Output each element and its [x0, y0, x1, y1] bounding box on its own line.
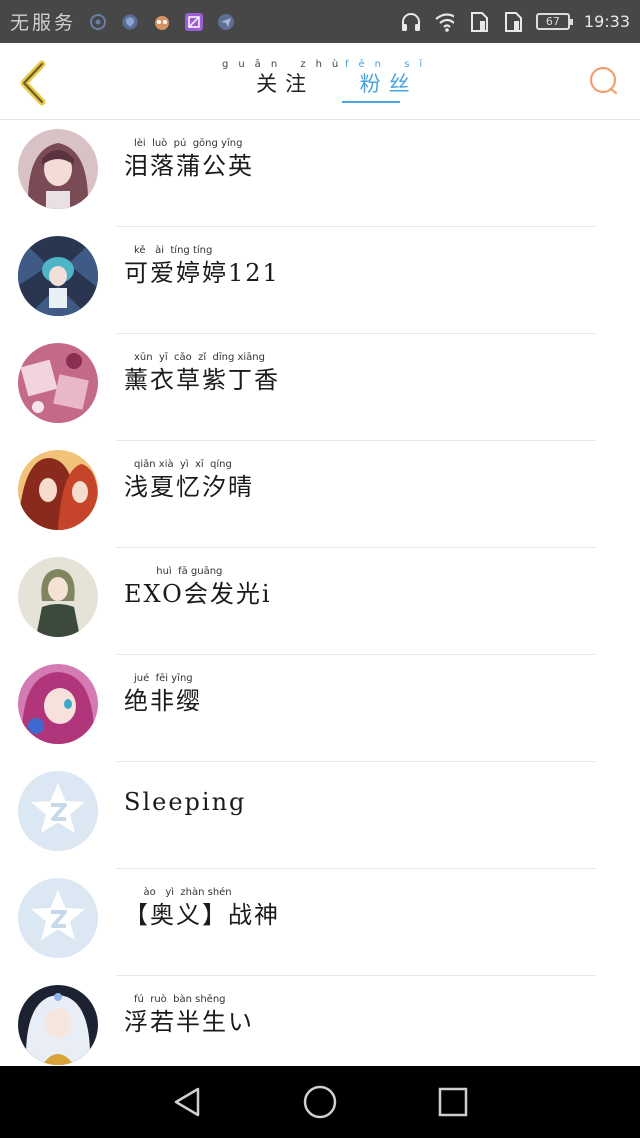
fan-name: Sleeping	[124, 788, 246, 816]
default-avatar-star-icon	[18, 878, 98, 958]
list-item[interactable]: fú ruò bàn shēng 浮若半生い	[0, 976, 640, 1066]
list-item[interactable]: jué fēi yīng 绝非缨	[0, 655, 640, 762]
status-bar: 无服务 67 19:33	[0, 0, 640, 43]
fan-name-text: 浅夏忆汐晴	[124, 473, 254, 501]
avatar-pink-pattern-icon	[18, 343, 98, 423]
back-button[interactable]	[16, 60, 52, 106]
fan-name-pinyin: qiǎn xià yì xī qíng	[134, 459, 232, 470]
avatar[interactable]	[18, 343, 98, 423]
list-item[interactable]: Sleeping	[0, 762, 640, 869]
circle-home-icon	[303, 1085, 337, 1119]
fan-name-text: 可爱婷婷121	[124, 259, 280, 287]
avatar[interactable]	[18, 771, 98, 851]
fan-name: fú ruò bàn shēng 浮若半生い	[124, 994, 254, 1037]
fan-name-pinyin: ào yì zhàn shén	[134, 887, 232, 898]
fan-name-text: 浮若半生い	[124, 1008, 254, 1036]
avatar-blue-character-icon	[18, 236, 98, 316]
status-time: 19:33	[583, 12, 630, 31]
fan-name-text: Sleeping	[124, 788, 247, 816]
avatar[interactable]	[18, 236, 98, 316]
carrier-label: 无服务	[10, 12, 77, 34]
nav-recents-button[interactable]	[433, 1082, 473, 1122]
fan-name-pinyin: kě ài tíng tíng	[134, 245, 213, 256]
list-item[interactable]: ào yì zhàn shén 【奥义】战神	[0, 869, 640, 976]
nav-home-button[interactable]	[300, 1082, 340, 1122]
wifi-icon	[434, 12, 454, 32]
notification-icons	[88, 12, 236, 32]
tab-follow[interactable]: guān zhù 关注	[222, 59, 348, 97]
list-item[interactable]: qiǎn xià yì xī qíng 浅夏忆汐晴	[0, 441, 640, 548]
avatar-red-hair-icon	[18, 450, 98, 530]
tab-fans-pinyin: fěn sī	[345, 59, 433, 70]
fan-name-text: 【奥义】战神	[124, 901, 280, 929]
fan-name: xūn yī cǎo zǐ dīng xiāng 薰衣草紫丁香	[124, 352, 280, 395]
fan-name-text: 薰衣草紫丁香	[124, 366, 280, 394]
avatar[interactable]	[18, 878, 98, 958]
tab-fans-label: 粉丝	[359, 72, 418, 96]
fan-name: ào yì zhàn shén 【奥义】战神	[124, 887, 280, 930]
active-tab-indicator	[342, 101, 400, 103]
avatar-purple-hair-icon	[18, 664, 98, 744]
square-recents-icon	[439, 1087, 468, 1117]
app-notification-icon	[88, 12, 108, 32]
nav-back-button[interactable]	[167, 1082, 207, 1122]
list-item[interactable]: lèi luò pú gōng yīng 泪落蒲公英	[0, 120, 640, 227]
system-nav-bar	[0, 1066, 640, 1138]
send-notification-icon	[216, 12, 236, 32]
fan-name-pinyin: fú ruò bàn shēng	[134, 994, 226, 1005]
battery-indicator: 67	[535, 13, 573, 30]
sim1-icon	[468, 11, 488, 32]
avatar[interactable]	[18, 664, 98, 744]
list-item[interactable]: huì fā guāng EXO会发光i	[0, 548, 640, 655]
tab-follow-label: 关注	[256, 72, 315, 96]
fan-name-pinyin: lèi luò pú gōng yīng	[134, 138, 243, 149]
triangle-back-icon	[174, 1087, 199, 1117]
fan-name-text: 泪落蒲公英	[124, 152, 254, 180]
sim2-icon	[502, 11, 522, 32]
shield-notification-icon	[120, 12, 140, 32]
list-item[interactable]: kě ài tíng tíng 可爱婷婷121	[0, 227, 640, 334]
fan-name: jué fēi yīng 绝非缨	[124, 673, 202, 716]
avatar-pink-hair-icon	[18, 129, 98, 209]
fan-name: huì fā guāng EXO会发光i	[124, 566, 272, 609]
fan-name-pinyin: xūn yī cǎo zǐ dīng xiāng	[134, 352, 265, 363]
default-avatar-star-icon	[18, 771, 98, 851]
avatar[interactable]	[18, 129, 98, 209]
fans-list: lèi luò pú gōng yīng 泪落蒲公英 kě ài tíng tí…	[0, 120, 640, 1066]
avatar-green-girl-icon	[18, 557, 98, 637]
fan-name-pinyin: jué fēi yīng	[134, 673, 193, 684]
fan-name-text: EXO会发光i	[124, 580, 272, 608]
avatar[interactable]	[18, 557, 98, 637]
chevron-left-icon	[20, 60, 46, 106]
avatar[interactable]	[18, 450, 98, 530]
search-button[interactable]	[588, 65, 620, 97]
search-icon	[589, 66, 618, 95]
avatar-silver-hair-icon	[18, 985, 98, 1065]
fan-name-text: 绝非缨	[124, 687, 202, 715]
header-bar: guān zhù 关注 fěn sī 粉丝	[0, 43, 640, 120]
fan-name: qiǎn xià yì xī qíng 浅夏忆汐晴	[124, 459, 254, 502]
fan-name: kě ài tíng tíng 可爱婷婷121	[124, 245, 280, 288]
game-notification-icon	[152, 12, 172, 32]
list-item[interactable]: xūn yī cǎo zǐ dīng xiāng 薰衣草紫丁香	[0, 334, 640, 441]
gallery-notification-icon	[184, 12, 204, 32]
tab-follow-pinyin: guān zhù	[222, 59, 349, 70]
fan-name: lèi luò pú gōng yīng 泪落蒲公英	[124, 138, 254, 181]
fan-name-pinyin: huì fā guāng	[134, 566, 223, 577]
headphones-icon	[400, 12, 420, 32]
avatar[interactable]	[18, 985, 98, 1065]
tab-fans[interactable]: fěn sī 粉丝	[345, 59, 432, 97]
